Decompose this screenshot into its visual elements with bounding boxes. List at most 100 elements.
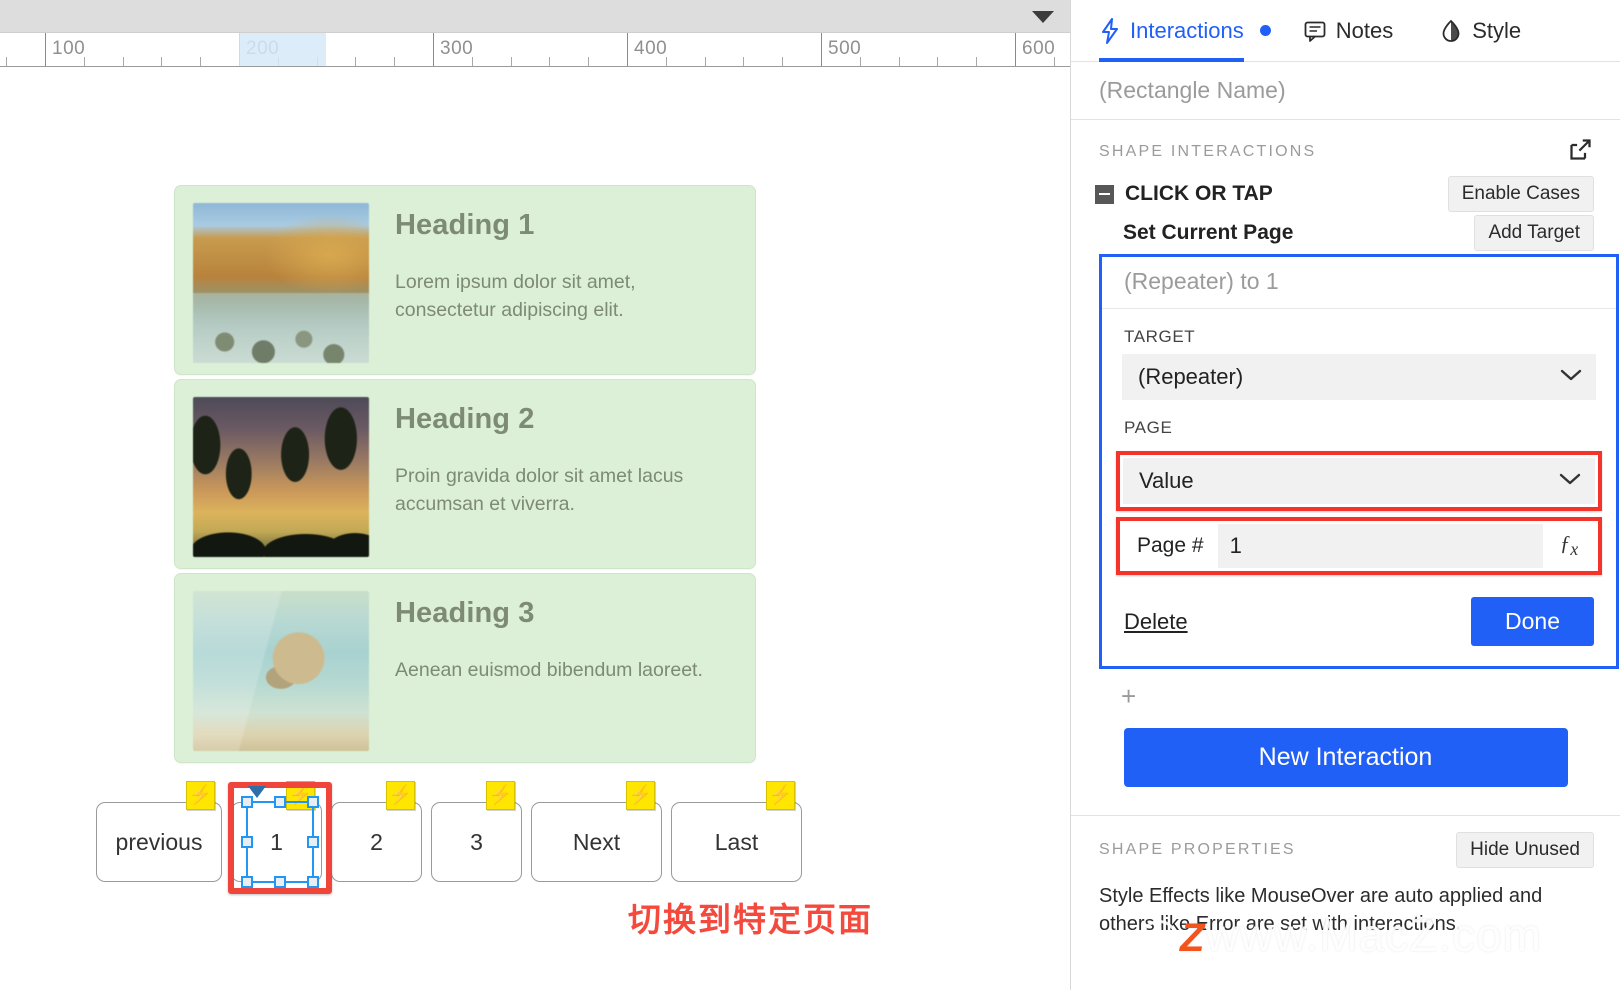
card-text: Aenean euismod bibendum laoreet.	[395, 659, 703, 681]
ruler-minor-tick	[743, 57, 745, 66]
pager-button-2[interactable]: 2 ⚡	[331, 781, 422, 882]
ruler-minor-tick	[83, 57, 85, 66]
ruler-label: 100	[52, 38, 86, 59]
ruler-minor-tick	[161, 57, 163, 66]
tab-label: Style	[1472, 17, 1522, 43]
add-target-button[interactable]: Add Target	[1474, 215, 1594, 251]
pager-button-3[interactable]: 3 ⚡	[431, 781, 522, 882]
contrast-drop-icon	[1439, 19, 1463, 43]
new-interaction-button[interactable]: New Interaction	[1123, 728, 1568, 787]
card-text: Lorem ipsum dolor sit amet, consectetur …	[395, 271, 636, 321]
card-heading: Heading 3	[395, 597, 535, 629]
ruler-minor-tick	[859, 57, 861, 66]
card-heading: Heading 2	[395, 403, 535, 435]
done-button[interactable]: Done	[1471, 597, 1594, 646]
ruler-minor-tick	[355, 57, 357, 66]
ruler-minor-tick	[665, 57, 667, 66]
tab-label: Notes	[1335, 17, 1394, 43]
set-current-page-editor: (Repeater) to 1 TARGET (Repeater) PAGE V…	[1099, 254, 1619, 669]
interaction-bolt-icon[interactable]: ⚡	[186, 781, 215, 810]
shape-name-field[interactable]: (Rectangle Name)	[1071, 62, 1620, 120]
panel-tabs[interactable]: Interactions Notes Style	[1071, 0, 1620, 62]
ruler-minor-tick	[122, 57, 124, 66]
interaction-bolt-icon[interactable]: ⚡	[286, 781, 315, 810]
pager-button-label: Last	[714, 828, 759, 855]
tab-interactions[interactable]: Interactions	[1099, 0, 1244, 62]
page-number-input[interactable]: 1	[1217, 524, 1543, 568]
ruler-minor-tick	[394, 57, 396, 66]
shape-properties-header: SHAPE PROPERTIES Hide Unused	[1071, 816, 1620, 876]
interaction-bolt-icon[interactable]: ⚡	[486, 781, 515, 810]
ruler-major-tick	[821, 33, 822, 66]
tab-label: Interactions	[1130, 17, 1244, 43]
page-label: PAGE	[1124, 418, 1173, 437]
editor-footer: Delete Done	[1102, 575, 1616, 666]
pager-button-last[interactable]: Last ⚡	[671, 781, 802, 882]
toolbar-overflow-caret-icon[interactable]	[1032, 11, 1054, 23]
card-image	[193, 397, 369, 557]
ruler-minor-tick	[704, 57, 706, 66]
chevron-down-icon	[1560, 367, 1582, 387]
ruler-label: 500	[828, 38, 862, 59]
add-action-button[interactable]: +	[1071, 669, 1620, 722]
card-body: Heading 3 Aenean euismod bibendum laoree…	[395, 591, 703, 745]
target-select-value: (Repeater)	[1138, 364, 1244, 389]
tab-notes[interactable]: Notes	[1303, 0, 1393, 62]
card-image	[193, 591, 369, 751]
page-number-highlight: Page # 1 ƒx	[1116, 517, 1602, 575]
page-select-highlight: Value	[1116, 451, 1602, 511]
ruler-major-tick	[1015, 33, 1016, 66]
collapse-toggle-icon[interactable]	[1095, 184, 1114, 204]
selection-pointer-icon	[248, 786, 266, 798]
card-heading: Heading 1	[395, 209, 535, 241]
page-number-label: Page #	[1137, 534, 1204, 557]
interaction-bolt-icon[interactable]: ⚡	[386, 781, 415, 810]
inspector-panel: Interactions Notes Style (Rectangle Name…	[1070, 0, 1620, 990]
card-body: Heading 2 Proin gravida dolor sit amet l…	[395, 397, 715, 551]
target-label: TARGET	[1124, 327, 1196, 346]
design-canvas[interactable]: 100200300400500600 Heading 1 Lorem ipsum…	[0, 0, 1070, 990]
pager-button-1[interactable]: 1 ⚡	[231, 781, 322, 882]
interaction-bolt-icon[interactable]: ⚡	[626, 781, 655, 810]
horizontal-ruler[interactable]: 100200300400500600	[0, 33, 1070, 67]
ruler-minor-tick	[549, 57, 551, 66]
toolbar-strip	[0, 0, 1070, 33]
target-select[interactable]: (Repeater)	[1122, 354, 1596, 400]
hide-unused-button[interactable]: Hide Unused	[1456, 832, 1594, 868]
repeater-card[interactable]: Heading 1 Lorem ipsum dolor sit amet, co…	[174, 185, 756, 375]
ruler-label: 600	[1022, 38, 1056, 59]
repeater-card[interactable]: Heading 3 Aenean euismod bibendum laoree…	[174, 573, 756, 763]
external-link-icon[interactable]	[1567, 136, 1594, 168]
enable-cases-button[interactable]: Enable Cases	[1447, 176, 1594, 212]
comment-icon	[1303, 19, 1327, 43]
shape-properties-description: Style Effects like MouseOver are auto ap…	[1099, 885, 1543, 936]
event-row-click-or-tap[interactable]: CLICK OR TAP Enable Cases	[1071, 176, 1620, 212]
repeater-card[interactable]: Heading 2 Proin gravida dolor sit amet l…	[174, 379, 756, 569]
ruler-minor-tick	[898, 57, 900, 66]
tab-style[interactable]: Style	[1439, 0, 1521, 62]
fx-icon[interactable]: ƒx	[1543, 531, 1595, 560]
page-select[interactable]: Value	[1123, 458, 1595, 504]
ruler-major-tick	[433, 33, 434, 66]
page-number-row[interactable]: Page # 1 ƒx	[1123, 524, 1595, 568]
ruler-minor-tick	[588, 57, 590, 66]
pagination-controls[interactable]: previous ⚡ 1 ⚡ 2 ⚡ 3 ⚡ Next ⚡ Last ⚡	[96, 781, 802, 882]
interaction-bolt-icon[interactable]: ⚡	[766, 781, 795, 810]
pager-button-label: 1	[270, 828, 283, 855]
pager-button-label: previous	[115, 828, 203, 855]
pager-button-previous[interactable]: previous ⚡	[96, 781, 222, 882]
action-row-set-current-page[interactable]: Set Current Page Add Target	[1071, 212, 1620, 254]
chevron-down-icon	[1559, 471, 1581, 491]
delete-link[interactable]: Delete	[1124, 609, 1188, 635]
annotation-label: 切换到特定页面	[628, 901, 873, 938]
repeater-widget[interactable]: Heading 1 Lorem ipsum dolor sit amet, co…	[174, 185, 756, 767]
ruler-minor-tick	[6, 57, 8, 66]
ruler-minor-tick	[510, 57, 512, 66]
ruler-minor-tick	[1053, 57, 1055, 66]
ruler-minor-tick	[471, 57, 473, 66]
lightning-icon	[1099, 17, 1121, 44]
ruler-minor-tick	[976, 57, 978, 66]
pager-button-next[interactable]: Next ⚡	[531, 781, 662, 882]
card-image	[193, 203, 369, 363]
card-body: Heading 1 Lorem ipsum dolor sit amet, co…	[395, 203, 715, 357]
